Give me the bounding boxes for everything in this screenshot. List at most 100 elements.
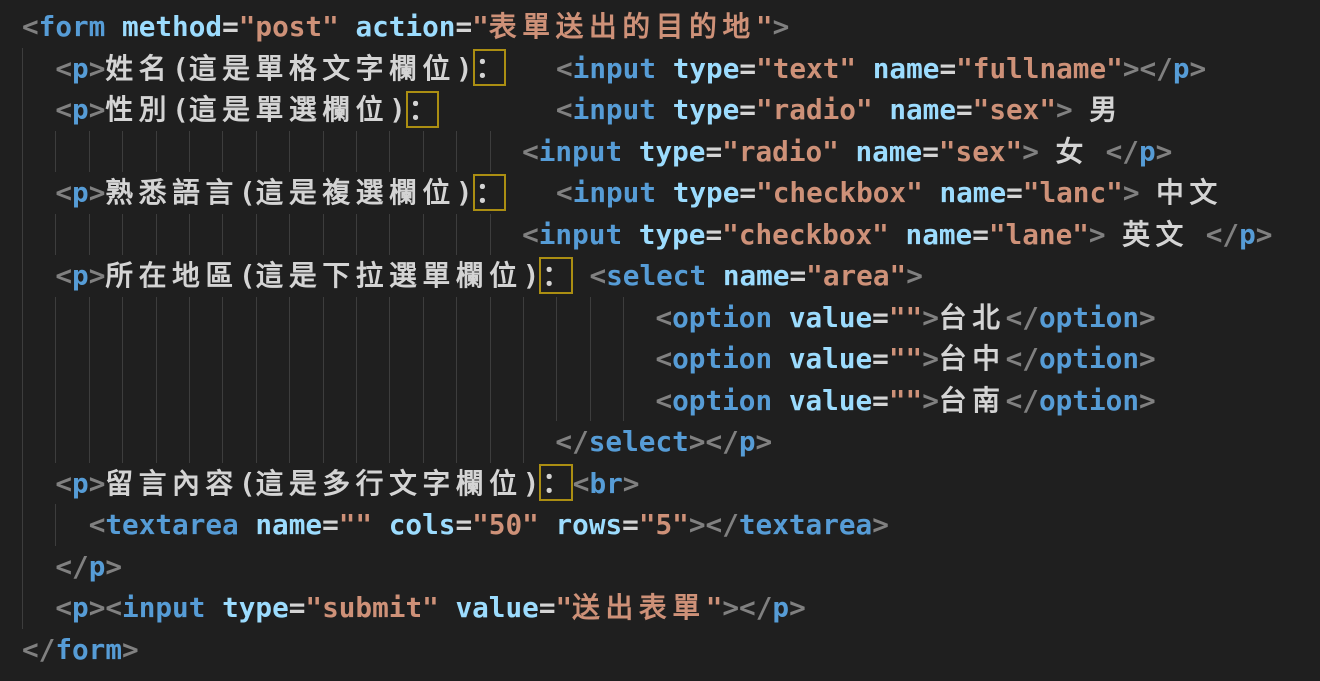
- code-token: <: [89, 508, 106, 541]
- code-line-text: </p>: [22, 550, 122, 583]
- code-token: type: [222, 591, 289, 624]
- code-token: [772, 342, 789, 375]
- code-token: >: [1056, 93, 1073, 126]
- leading-indent: [22, 342, 655, 375]
- code-line-15[interactable]: <p><input type="submit" value="送出表單"></p…: [0, 587, 1320, 629]
- code-token: 送出表單: [572, 591, 706, 624]
- code-token: "50": [472, 508, 539, 541]
- code-token: [1140, 176, 1157, 209]
- code-token: input: [122, 591, 205, 624]
- code-line-14[interactable]: </p>: [0, 546, 1320, 588]
- code-token: <: [655, 342, 672, 375]
- code-token: =: [956, 93, 973, 126]
- code-token: 台南: [939, 384, 1006, 417]
- code-token: [1106, 218, 1123, 251]
- code-token: select: [589, 425, 689, 458]
- code-token: 姓名: [105, 52, 172, 85]
- code-token: "": [889, 301, 922, 334]
- code-token: [339, 10, 356, 43]
- code-token: [622, 135, 639, 168]
- code-token: [889, 218, 906, 251]
- code-token: name: [939, 176, 1006, 209]
- code-line-6[interactable]: <input type="checkbox" name="lane"> 英文 <…: [0, 214, 1320, 256]
- code-token: 台中: [939, 342, 1006, 375]
- code-line-16[interactable]: </form>: [0, 629, 1320, 671]
- code-line-text: <option value="">台北</option>: [22, 301, 1156, 334]
- code-token: value: [789, 342, 872, 375]
- code-token: 所在地區: [105, 259, 239, 292]
- code-line-12[interactable]: <p>留言內容(這是多行文字欄位)：<br>: [0, 463, 1320, 505]
- code-token: p: [72, 591, 89, 624]
- leading-indent: [22, 52, 55, 85]
- code-token: option: [1039, 384, 1139, 417]
- code-token: "radio": [722, 135, 839, 168]
- unicode-highlight-box: ：: [539, 257, 572, 294]
- code-token: >: [872, 508, 889, 541]
- code-token: >: [922, 384, 939, 417]
- code-token: 這是多行文字欄位: [256, 467, 523, 500]
- code-token: ></: [689, 425, 739, 458]
- editor-viewport[interactable]: <form method="post" action="表單送出的目的地"> <…: [0, 0, 1320, 681]
- code-token: [372, 508, 389, 541]
- code-line-text: </select></p>: [22, 425, 772, 458]
- code-token: (: [239, 176, 256, 209]
- code-line-text: <p>所在地區(這是下拉選單欄位)： <select name="area">: [22, 259, 923, 292]
- code-line-7[interactable]: <p>所在地區(這是下拉選單欄位)： <select name="area">: [0, 255, 1320, 297]
- code-token: 男: [1089, 93, 1122, 126]
- code-token: p: [72, 52, 89, 85]
- code-token: 台北: [939, 301, 1006, 334]
- code-token: >: [1089, 218, 1106, 251]
- code-token: [1189, 218, 1206, 251]
- code-line-4[interactable]: <input type="radio" name="sex"> 女 </p>: [0, 131, 1320, 173]
- code-line-8[interactable]: <option value="">台北</option>: [0, 297, 1320, 339]
- code-token: type: [639, 218, 706, 251]
- code-token: </: [1006, 384, 1039, 417]
- code-token: 這是單選欄位: [189, 93, 389, 126]
- code-token: 性別: [105, 93, 172, 126]
- code-token: >: [105, 550, 122, 583]
- code-token: p: [89, 550, 106, 583]
- code-token: <: [655, 301, 672, 334]
- code-line-13[interactable]: <textarea name="" cols="50" rows="5"></t…: [0, 504, 1320, 546]
- code-token: [1073, 93, 1090, 126]
- code-token: =: [539, 591, 556, 624]
- code-token: [656, 52, 673, 85]
- code-token: ): [523, 259, 540, 292]
- code-token: "checkbox": [722, 218, 889, 251]
- code-token: option: [672, 342, 772, 375]
- code-token: p: [1173, 52, 1190, 85]
- code-line-text: <p><input type="submit" value="送出表單"></p…: [22, 591, 806, 624]
- code-token: p: [72, 259, 89, 292]
- leading-indent: [22, 508, 89, 541]
- code-token: </: [1006, 342, 1039, 375]
- code-line-9[interactable]: <option value="">台中</option>: [0, 338, 1320, 380]
- code-token: [205, 591, 222, 624]
- code-token: [656, 176, 673, 209]
- code-line-3[interactable]: <p>性別(這是單選欄位)： <input type="radio" name=…: [0, 89, 1320, 131]
- code-token: ": [555, 591, 572, 624]
- code-token: ": [472, 10, 489, 43]
- code-line-11[interactable]: </select></p>: [0, 421, 1320, 463]
- code-token: value: [789, 384, 872, 417]
- code-token: </: [1206, 218, 1239, 251]
- code-token: [1089, 135, 1106, 168]
- code-line-text: <form method="post" action="表單送出的目的地">: [22, 10, 789, 43]
- code-token: textarea: [739, 508, 872, 541]
- code-token: "checkbox": [756, 176, 923, 209]
- code-line-10[interactable]: <option value="">台南</option>: [0, 380, 1320, 422]
- code-token: name: [889, 93, 956, 126]
- code-area[interactable]: <form method="post" action="表單送出的目的地"> <…: [0, 6, 1320, 670]
- code-token: "5": [639, 508, 689, 541]
- code-token: (: [239, 467, 256, 500]
- code-token: name: [255, 508, 322, 541]
- code-token: 表單送出的目的地: [489, 10, 756, 43]
- code-line-1[interactable]: <form method="post" action="表單送出的目的地">: [0, 6, 1320, 48]
- code-token: "fullname": [956, 52, 1123, 85]
- unicode-highlight-box: ：: [539, 464, 572, 501]
- code-token: [439, 93, 556, 126]
- code-line-5[interactable]: <p>熟悉語言(這是複選欄位)： <input type="checkbox" …: [0, 172, 1320, 214]
- code-token: >: [773, 10, 790, 43]
- code-line-2[interactable]: <p>姓名(這是單格文字欄位)： <input type="text" name…: [0, 48, 1320, 90]
- code-token: =: [790, 259, 807, 292]
- leading-indent: [22, 384, 655, 417]
